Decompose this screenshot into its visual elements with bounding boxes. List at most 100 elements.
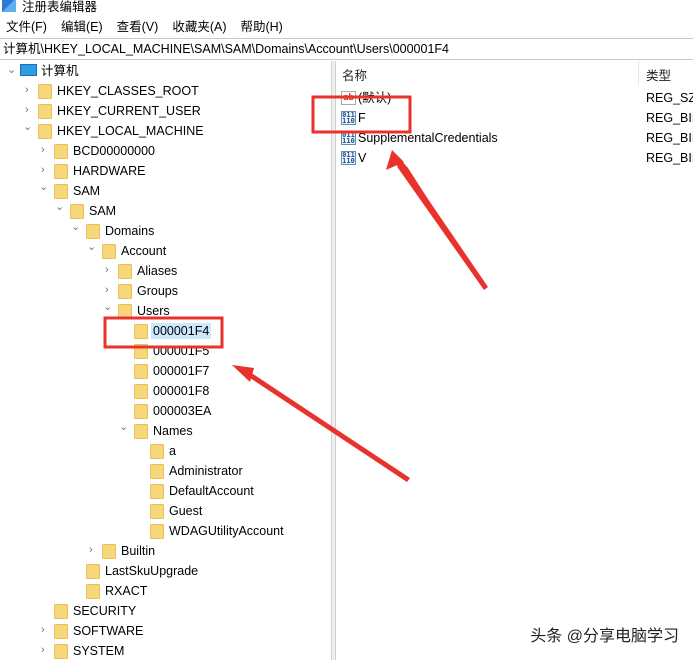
chevron-down-icon[interactable]: ⌄	[119, 421, 129, 433]
menu-edit[interactable]: 编辑(E)	[55, 17, 111, 37]
chevron-down-icon[interactable]: ⌄	[55, 201, 65, 213]
tree-node[interactable]: DefaultAccount	[0, 481, 331, 501]
tree-node[interactable]: 000001F5	[0, 341, 331, 361]
tree-node-label: Account	[121, 244, 167, 258]
folder-icon	[54, 164, 68, 179]
chevron-right-icon[interactable]: ›	[25, 84, 35, 96]
column-name[interactable]: 名称	[342, 65, 367, 84]
folder-icon	[54, 184, 68, 199]
tree-node[interactable]: RXACT	[0, 581, 331, 601]
tree-node-label: Builtin	[121, 544, 156, 558]
tree-node[interactable]: 000001F8	[0, 381, 331, 401]
value-type: REG_BINARY	[646, 111, 693, 125]
tree-node[interactable]: › HARDWARE	[0, 161, 331, 181]
tree-node[interactable]: a	[0, 441, 331, 461]
tree-node[interactable]: › SYSTEM	[0, 641, 331, 660]
chevron-down-icon[interactable]: ⌄	[87, 241, 97, 253]
value-type: REG_SZ	[646, 91, 693, 105]
tree-node[interactable]: › HKEY_CLASSES_ROOT	[0, 81, 331, 101]
values-pane: 名称 类型 ab(默认)REG_SZ011110FREG_BINARY01111…	[336, 61, 693, 660]
tree-node-label: 000001F4	[151, 323, 212, 339]
menu-view[interactable]: 查看(V)	[111, 17, 167, 37]
tree-node-label: SAM	[89, 204, 117, 218]
value-row[interactable]: 011110F REG_BINARY	[336, 108, 693, 128]
tree-node-label: 计算机	[41, 64, 79, 78]
tree-node[interactable]: › Aliases	[0, 261, 331, 281]
tree-node-label: HKEY_CLASSES_ROOT	[57, 84, 199, 98]
folder-icon	[54, 604, 68, 619]
tree-node-label: Aliases	[137, 264, 178, 278]
menu-favorites[interactable]: 收藏夹(A)	[166, 17, 234, 37]
string-value-icon: ab	[341, 91, 356, 105]
folder-icon	[134, 424, 148, 439]
tree-node-label: RXACT	[105, 584, 148, 598]
chevron-right-icon[interactable]: ›	[41, 624, 51, 636]
tree-node[interactable]: ⌄ Users	[0, 301, 331, 321]
chevron-right-icon[interactable]: ›	[105, 264, 115, 276]
tree-node[interactable]: ⌄ Account	[0, 241, 331, 261]
tree-node[interactable]: Guest	[0, 501, 331, 521]
tree-node-label: SOFTWARE	[73, 624, 144, 638]
folder-icon	[54, 624, 68, 639]
folder-icon	[118, 304, 132, 319]
tree-node[interactable]: LastSkuUpgrade	[0, 561, 331, 581]
tree-node[interactable]: ⌄ HKEY_LOCAL_MACHINE	[0, 121, 331, 141]
tree-node[interactable]: › Groups	[0, 281, 331, 301]
tree-node-label: LastSkuUpgrade	[105, 564, 199, 578]
chevron-right-icon[interactable]: ›	[105, 284, 115, 296]
chevron-down-icon[interactable]: ⌄	[7, 64, 17, 76]
tree-node-label: Users	[137, 304, 170, 318]
tree-node[interactable]: › SOFTWARE	[0, 621, 331, 641]
regedit-app-icon	[2, 0, 16, 12]
chevron-right-icon[interactable]: ›	[41, 164, 51, 176]
tree-node[interactable]: › Builtin	[0, 541, 331, 561]
folder-icon	[54, 644, 68, 659]
tree-node[interactable]: ⌄ Names	[0, 421, 331, 441]
tree-node-label: SYSTEM	[73, 644, 125, 658]
folder-icon	[102, 244, 116, 259]
tree-node[interactable]: 000001F7	[0, 361, 331, 381]
value-row[interactable]: 011110SupplementalCredentials REG_BINARY	[336, 128, 693, 148]
window-title: 注册表编辑器	[22, 0, 98, 14]
tree-node-label: WDAGUtilityAccount	[169, 524, 284, 538]
value-type: REG_BINARY	[646, 151, 693, 165]
tree-node[interactable]: 000003EA	[0, 401, 331, 421]
column-divider[interactable]	[638, 61, 639, 85]
tree-node[interactable]: WDAGUtilityAccount	[0, 521, 331, 541]
tree-node[interactable]: ⌄ 计算机	[0, 61, 331, 81]
folder-icon	[150, 464, 164, 479]
value-row[interactable]: ab (默认) REG_SZ	[336, 88, 693, 108]
chevron-down-icon[interactable]: ⌄	[23, 121, 33, 133]
tree-node[interactable]: ⌄ SAM	[0, 181, 331, 201]
chevron-right-icon[interactable]: ›	[25, 104, 35, 116]
folder-icon	[86, 564, 100, 579]
chevron-right-icon[interactable]: ›	[89, 544, 99, 556]
chevron-right-icon[interactable]: ›	[41, 144, 51, 156]
value-type: REG_BINARY	[646, 131, 693, 145]
chevron-right-icon[interactable]: ›	[41, 644, 51, 656]
column-type[interactable]: 类型	[646, 65, 671, 84]
tree-node[interactable]: SECURITY	[0, 601, 331, 621]
chevron-down-icon[interactable]: ⌄	[103, 301, 113, 313]
tree-node[interactable]: ⌄ Domains	[0, 221, 331, 241]
address-bar[interactable]: 计算机\HKEY_LOCAL_MACHINE\SAM\SAM\Domains\A…	[0, 38, 693, 60]
value-row[interactable]: 011110V REG_BINARY	[336, 148, 693, 168]
folder-icon	[102, 544, 116, 559]
folder-icon	[38, 104, 52, 119]
tree-node[interactable]: ⌄ SAM	[0, 201, 331, 221]
tree-node[interactable]: 000001F4	[0, 321, 331, 341]
tree-node-label: HKEY_CURRENT_USER	[57, 104, 201, 118]
tree-node[interactable]: Administrator	[0, 461, 331, 481]
value-name: F	[358, 111, 366, 125]
tree-node[interactable]: › HKEY_CURRENT_USER	[0, 101, 331, 121]
menu-file[interactable]: 文件(F)	[0, 17, 55, 37]
chevron-down-icon[interactable]: ⌄	[71, 221, 81, 233]
chevron-down-icon[interactable]: ⌄	[39, 181, 49, 193]
tree-node-label: 000001F5	[153, 344, 210, 358]
value-name: SupplementalCredentials	[358, 131, 498, 145]
values-header: 名称 类型	[336, 61, 693, 85]
tree-node-label: HKEY_LOCAL_MACHINE	[57, 124, 204, 138]
folder-icon	[150, 504, 164, 519]
tree-node[interactable]: › BCD00000000	[0, 141, 331, 161]
menu-help[interactable]: 帮助(H)	[234, 17, 290, 37]
